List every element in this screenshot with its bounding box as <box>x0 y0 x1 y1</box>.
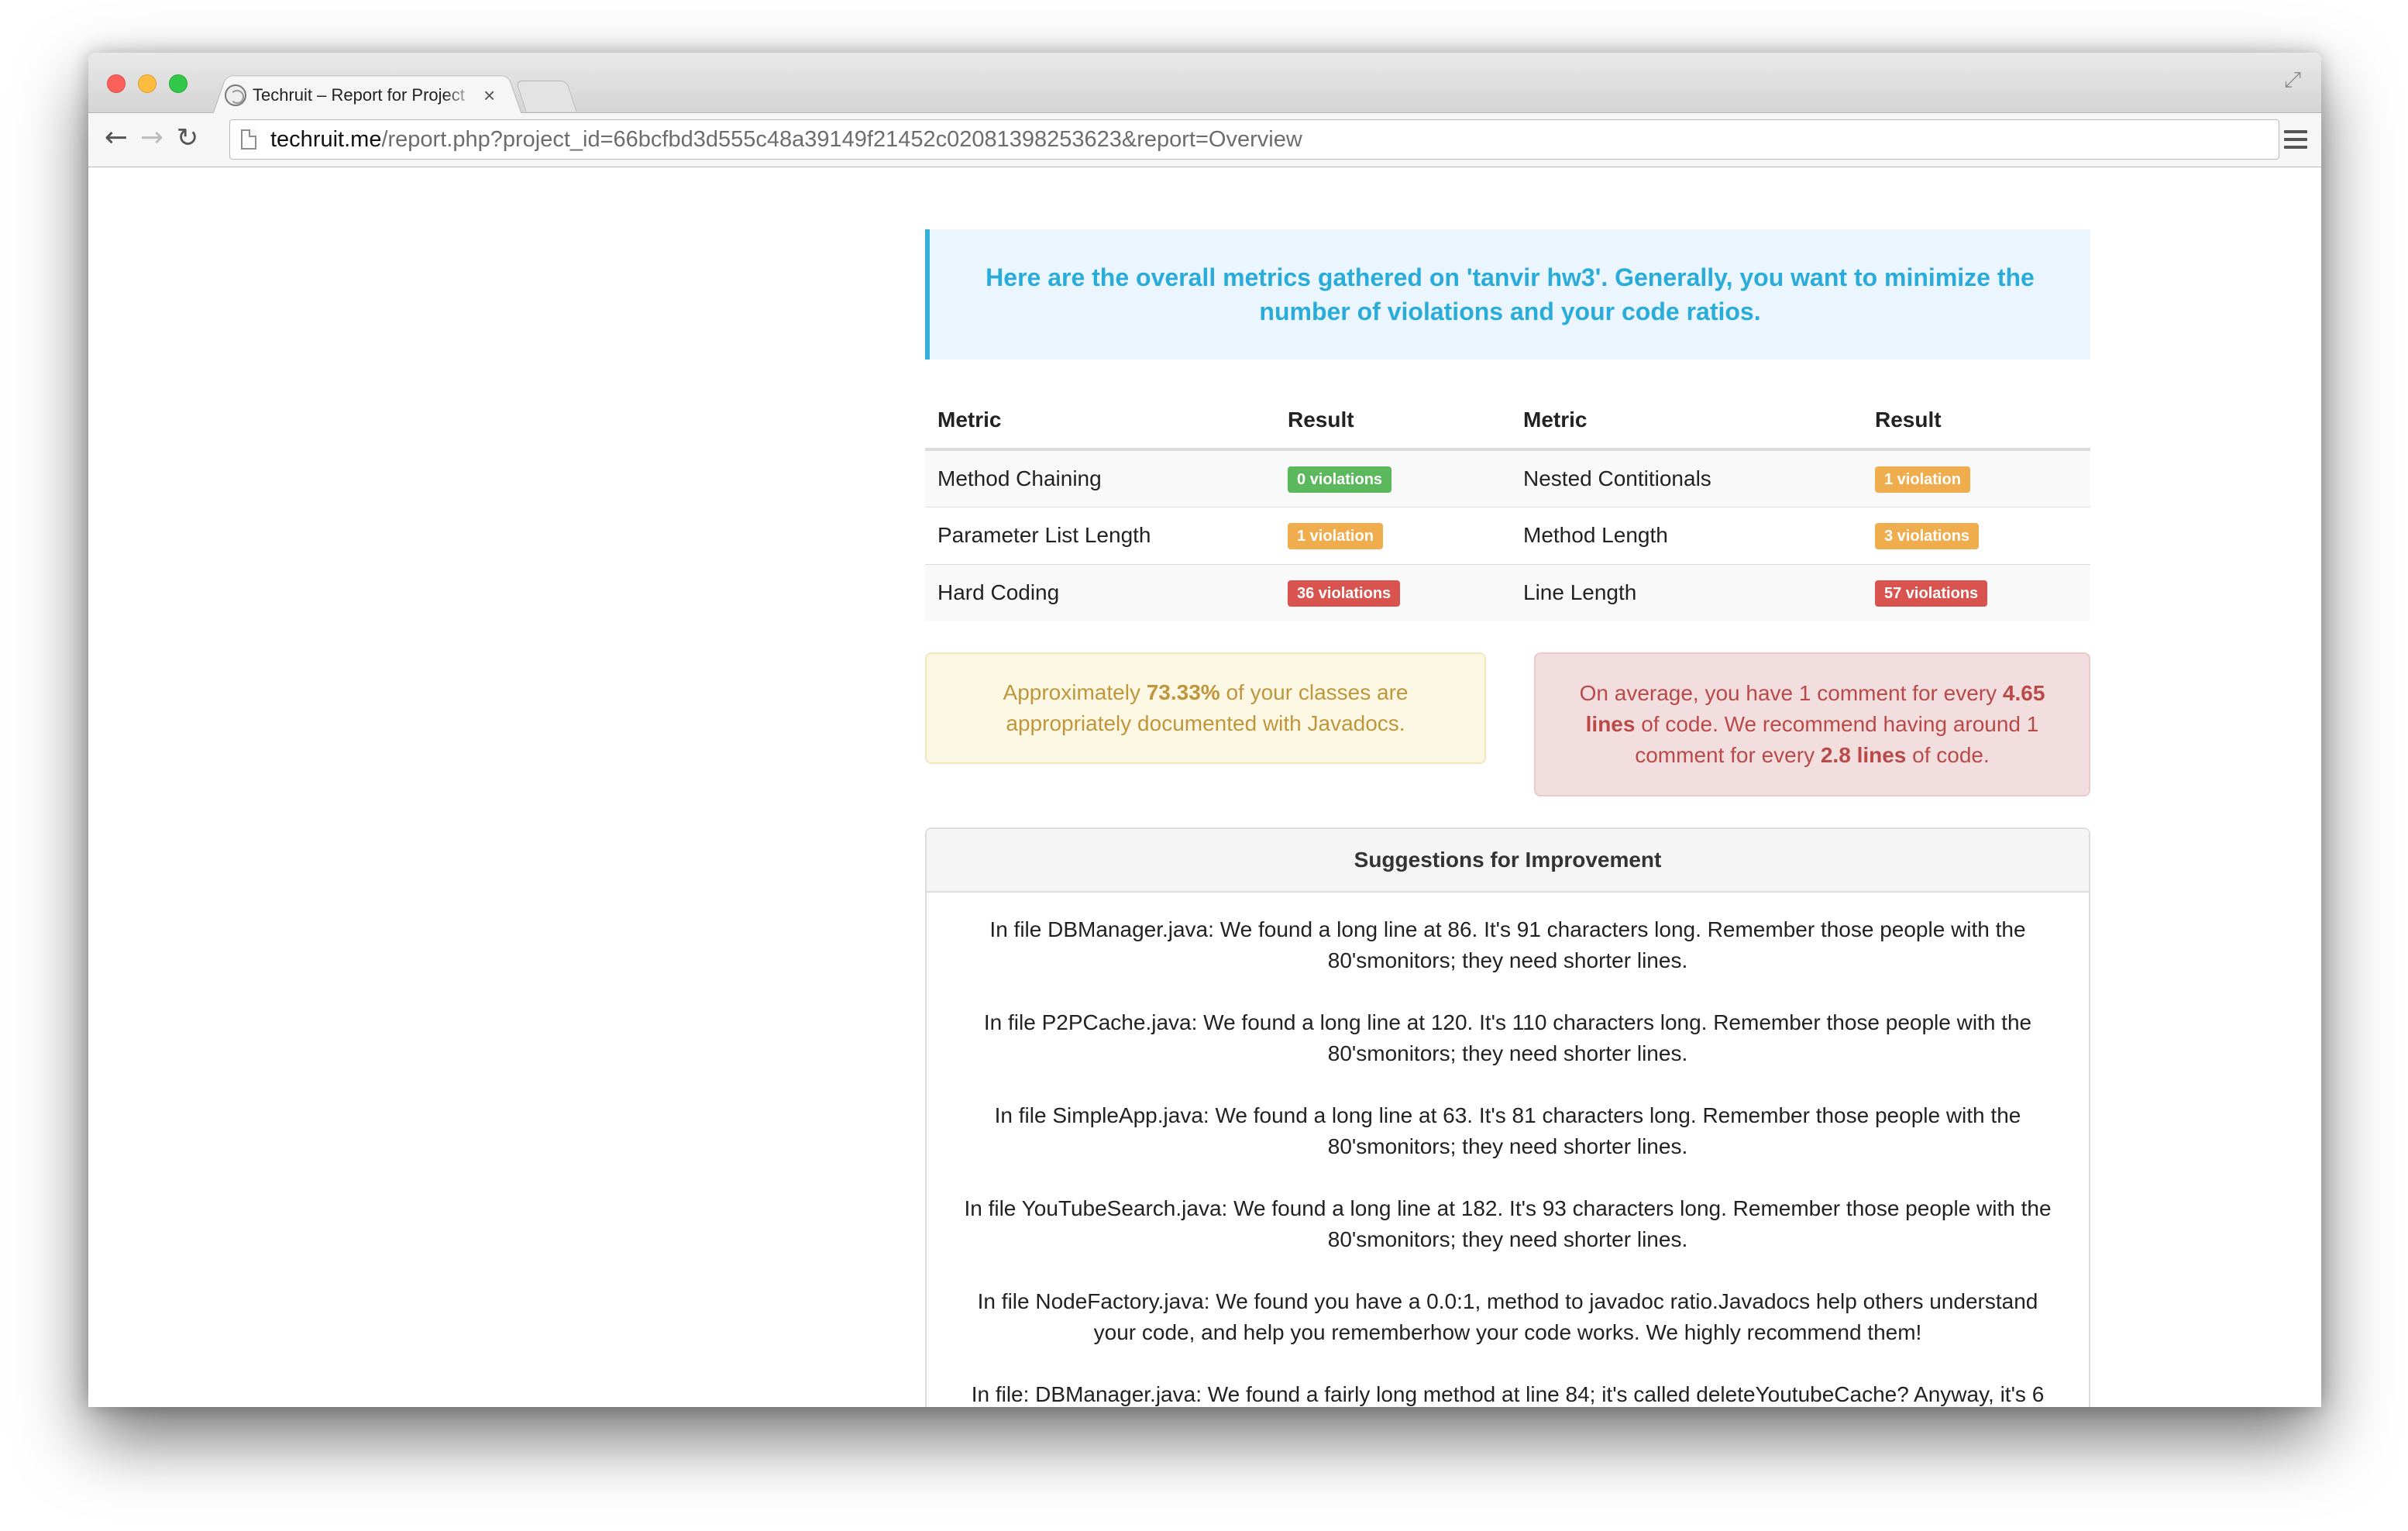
page-icon <box>241 129 256 150</box>
column-header-result: Result <box>1275 392 1511 451</box>
violation-badge: 1 violation <box>1288 523 1383 549</box>
metric-name: Line Length <box>1511 563 1863 621</box>
table-row: Hard Coding 36 violations Line Length 57… <box>925 563 2090 621</box>
fullscreen-icon[interactable]: ⤢ <box>2281 68 2304 91</box>
violation-badge: 0 violations <box>1288 466 1392 493</box>
metrics-table: Metric Result Metric Result Method Chain… <box>925 392 2090 621</box>
back-arrow-icon[interactable]: ← <box>99 121 133 155</box>
minimize-window-button[interactable] <box>138 74 157 93</box>
suggestion-item: In file YouTubeSearch.java: We found a l… <box>964 1196 2052 1251</box>
suggestions-list: In file DBManager.java: We found a long … <box>927 893 2089 1407</box>
tab-strip: Techruit – Report for Project × ⤢ <box>88 53 2321 115</box>
violation-badge: 3 violations <box>1875 523 1980 549</box>
close-window-button[interactable] <box>107 74 126 93</box>
new-tab-button[interactable] <box>515 81 577 112</box>
recommended-ratio-value: 2.8 lines <box>1820 743 1907 767</box>
page-content: Here are the overall metrics gathered on… <box>88 167 2321 1407</box>
metric-name: Hard Coding <box>925 563 1275 621</box>
address-bar[interactable]: techruit.me/report.php?project_id=66bcfb… <box>229 119 2279 160</box>
column-header-metric: Metric <box>925 392 1275 451</box>
suggestion-item: In file P2PCache.java: We found a long l… <box>983 1010 2032 1065</box>
suggestion-item: In file DBManager.java: We found a long … <box>989 917 2026 972</box>
browser-tab-content[interactable]: Techruit – Report for Project × <box>225 76 511 115</box>
comment-ratio-alert: On average, you have 1 comment for every… <box>1534 652 2090 796</box>
metric-name: Parameter List Length <box>925 506 1275 564</box>
tab-close-icon[interactable]: × <box>483 84 495 108</box>
globe-icon <box>225 84 246 106</box>
url-text[interactable]: techruit.me/report.php?project_id=66bcfb… <box>270 127 1302 153</box>
table-header-row: Metric Result Metric Result <box>925 392 2090 451</box>
hamburger-menu-icon[interactable] <box>2284 130 2307 149</box>
reload-icon[interactable]: ↻ <box>170 121 205 155</box>
suggestion-item: In file SimpleApp.java: We found a long … <box>994 1103 2021 1158</box>
browser-window: Techruit – Report for Project × ⤢ ← → ↻ … <box>88 53 2321 1407</box>
suggestions-heading: Suggestions for Improvement <box>927 829 2089 893</box>
suggestion-item: In file NodeFactory.java: We found you h… <box>977 1289 2038 1344</box>
column-header-result: Result <box>1863 392 2090 451</box>
violation-badge: 57 violations <box>1875 580 1988 607</box>
intro-callout: Here are the overall metrics gathered on… <box>925 229 2090 360</box>
violation-badge: 36 violations <box>1288 580 1401 607</box>
javadoc-alert: Approximately 73.33% of your classes are… <box>925 652 1486 764</box>
url-path: /report.php?project_id=66bcfbd3d555c48a3… <box>381 126 1302 152</box>
metric-name: Method Chaining <box>925 449 1275 507</box>
metric-name: Method Length <box>1511 506 1863 564</box>
browser-toolbar: ← → ↻ techruit.me/report.php?project_id=… <box>88 113 2321 167</box>
violation-badge: 1 violation <box>1875 466 1970 493</box>
column-header-metric: Metric <box>1511 392 1863 451</box>
tab-title: Techruit – Report for Project <box>253 85 465 105</box>
intro-text: Here are the overall metrics gathered on… <box>986 263 2035 325</box>
suggestions-panel: Suggestions for Improvement In file DBMa… <box>925 827 2090 1407</box>
javadoc-percent: 73.33% <box>1146 680 1220 704</box>
table-row: Parameter List Length 1 violation Method… <box>925 506 2090 564</box>
suggestion-item: In file: DBManager.java: We found a fair… <box>971 1382 2045 1406</box>
url-host: techruit.me <box>270 126 382 152</box>
table-row: Method Chaining 0 violations Nested Cont… <box>925 449 2090 507</box>
zoom-window-button[interactable] <box>169 74 187 93</box>
forward-arrow-icon[interactable]: → <box>135 121 169 155</box>
metric-name: Nested Contitionals <box>1511 449 1863 507</box>
